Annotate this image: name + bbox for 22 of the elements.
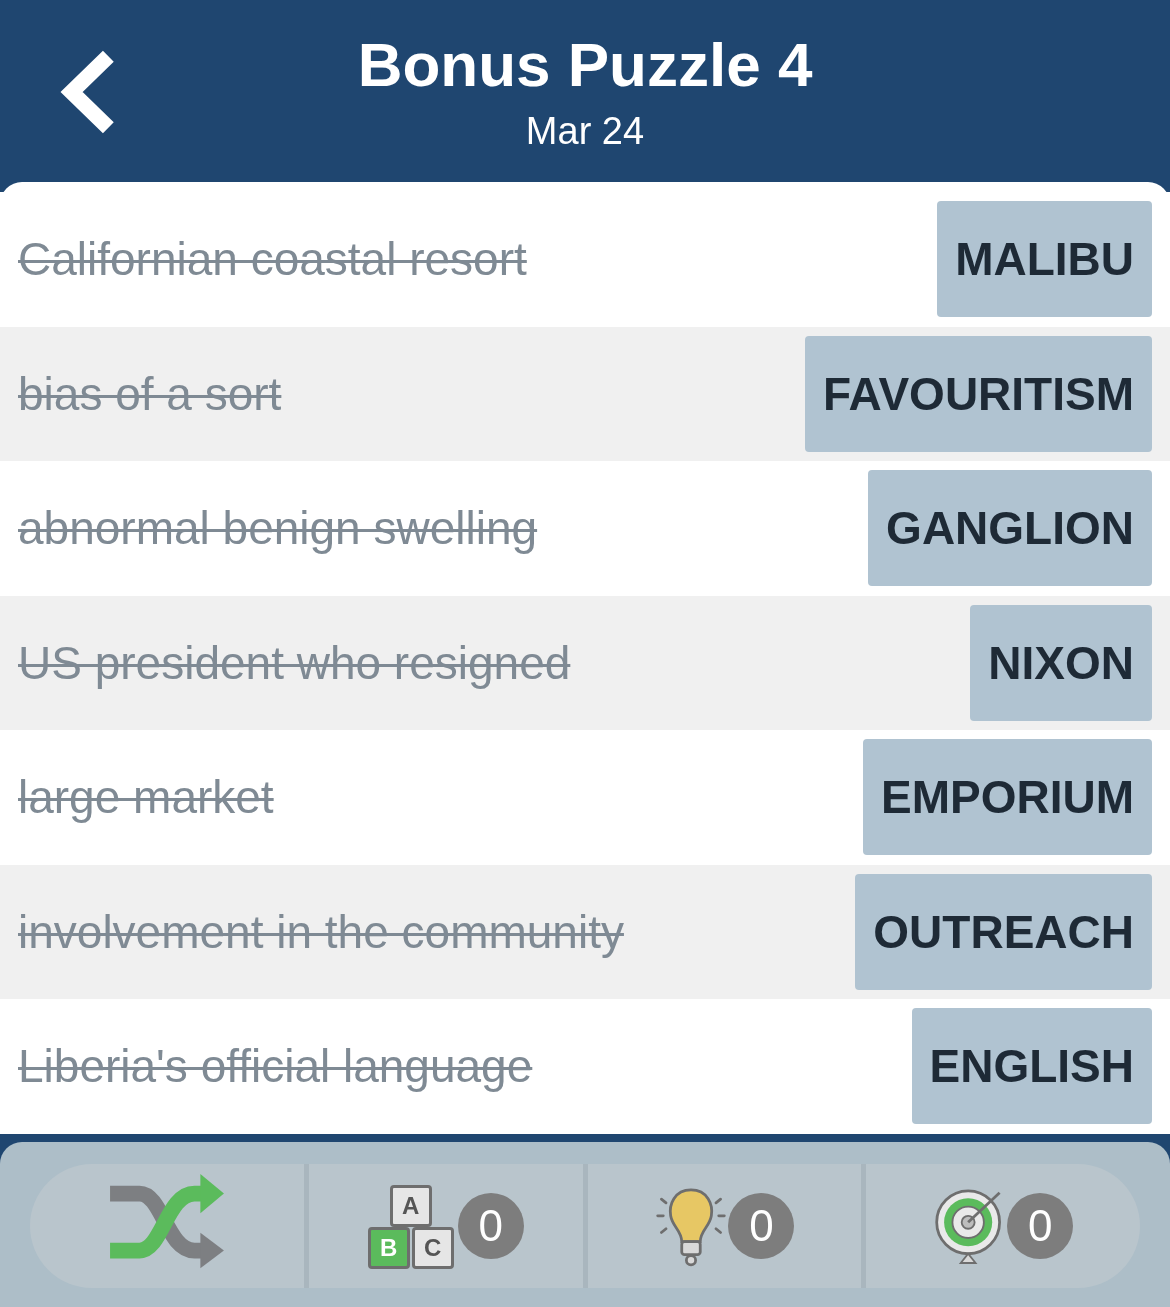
letter-block: A: [389, 1184, 432, 1227]
clue-text: abnormal benign swelling: [18, 501, 538, 556]
answer-tile: GANGLION: [868, 470, 1152, 587]
puzzle-title: Bonus Puzzle 4: [357, 29, 813, 100]
letter-block: C: [411, 1226, 454, 1269]
clue-text: large market: [18, 770, 274, 825]
answer-tile: FAVOURITISM: [805, 335, 1152, 452]
letter-block: B: [367, 1226, 410, 1269]
clue-text: Californian coastal resort: [18, 232, 527, 287]
puzzle-date: Mar 24: [525, 110, 645, 153]
count-badge: 0: [1007, 1192, 1074, 1259]
answer-tile: EMPORIUM: [863, 739, 1152, 856]
clue-text: US president who resigned: [18, 635, 571, 690]
count-badge: 0: [457, 1192, 524, 1259]
answer-tile: MALIBU: [937, 201, 1152, 318]
clue-text: Liberia's official language: [18, 1039, 533, 1094]
count-badge: 0: [728, 1192, 795, 1259]
clue-text: involvement in the community: [18, 904, 624, 959]
clue-text: bias of a sort: [18, 366, 282, 421]
answer-tile: NIXON: [970, 604, 1152, 721]
answer-tile: ENGLISH: [911, 1008, 1152, 1125]
answer-tile: OUTREACH: [855, 873, 1152, 990]
